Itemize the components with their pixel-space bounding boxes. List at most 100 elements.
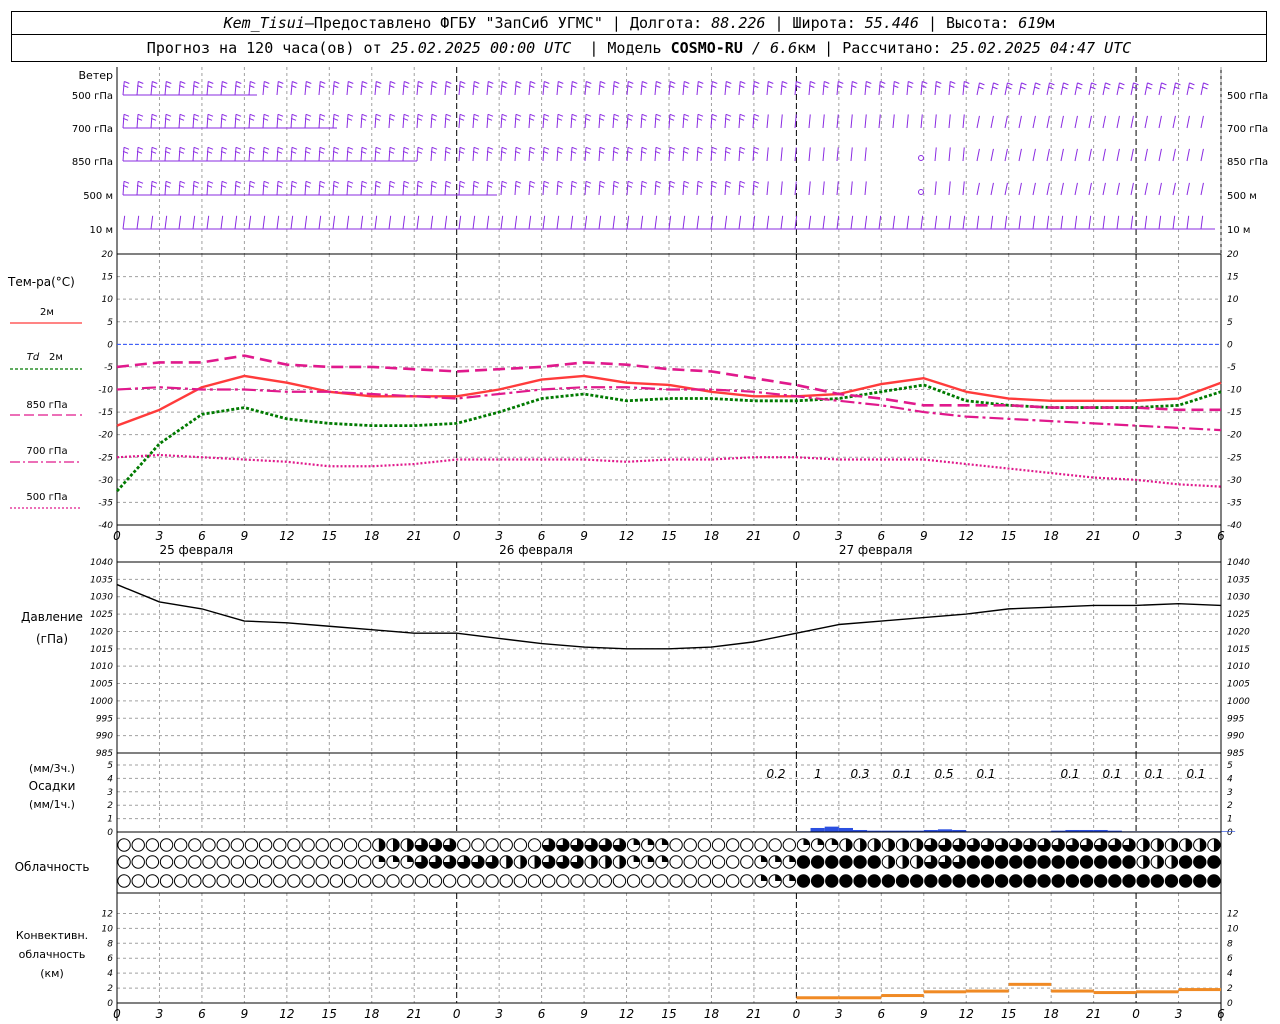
wind-barb (192, 181, 195, 196)
temp-time-tick: 15 (322, 529, 337, 543)
cloud-cover-circle (400, 874, 414, 888)
conv-tick-right: 8 (1227, 939, 1233, 949)
wind-barb (276, 215, 280, 230)
cloud-cover-fill (817, 838, 824, 845)
pressure-tick-right: 1040 (1227, 558, 1250, 568)
wind-barb-feather (473, 113, 480, 117)
wind-barb (1102, 182, 1106, 196)
temp-tick: -25 (98, 453, 113, 463)
pressure-tick-right: 985 (1227, 749, 1244, 759)
cloud-cover-fill (393, 838, 400, 852)
wind-barb-feather (123, 113, 130, 117)
wind-barb-feather (151, 113, 158, 117)
bottom-time-tick: 18 (364, 1007, 380, 1021)
wind-barb-feather (207, 146, 214, 150)
wind-barb (1004, 148, 1008, 162)
wind-barb (556, 114, 559, 129)
wind-barb (416, 215, 420, 230)
wind-barb-feather (137, 113, 144, 117)
wind-barb-feather (572, 81, 578, 84)
wind-barb-feather (739, 113, 746, 117)
wind-barb-feather (543, 113, 550, 117)
wind-barb-feather (292, 81, 298, 84)
wind-barb-feather (655, 180, 662, 184)
wind-barb (612, 147, 615, 162)
wind-barb (192, 215, 196, 230)
conv-cloud-bar (1051, 989, 1094, 993)
bottom-time-tick: 18 (1044, 1007, 1060, 1021)
temp-tick: -30 (98, 476, 113, 486)
wind-barb (500, 147, 503, 162)
wind-barb (388, 147, 391, 162)
wind-barb-feather (404, 81, 410, 84)
legend-td-2m-label: 2м (49, 352, 63, 363)
wind-barb-feather (431, 113, 438, 117)
wind-barb (990, 82, 994, 96)
wind-barb-feather (277, 146, 284, 150)
cloud-cover-circle (244, 855, 259, 869)
temp-tick-right: -35 (1227, 498, 1242, 508)
cloud-cover-circle (1193, 855, 1207, 869)
cloud-cover-circle (839, 855, 853, 869)
wind-barb-feather (137, 180, 144, 184)
wind-barb (612, 81, 615, 96)
cloud-cover-circle (796, 874, 811, 888)
temp-tick: -20 (98, 431, 113, 441)
wind-barb-feather (179, 180, 186, 184)
wind-barb (542, 181, 545, 196)
wind-barb (514, 181, 517, 196)
wind-barb (1004, 115, 1008, 129)
temp-time-tick: 3 (156, 529, 164, 543)
cloud-cover-circle (188, 855, 202, 869)
cloud-cover-circle (145, 855, 160, 869)
conv-tick: 8 (107, 939, 113, 949)
cloud-cover-circle (867, 855, 881, 869)
wind-barb-feather (585, 180, 592, 184)
cloud-cover-circle (570, 874, 584, 888)
cloud-cover-circle (173, 838, 188, 852)
cloud-cover-circle (1037, 874, 1051, 888)
wind-barb-feather (964, 81, 970, 84)
conv-cloud-bar (838, 996, 882, 1000)
cloud-cover-circle (471, 874, 485, 888)
wind-barb (248, 147, 251, 162)
wind-barb-feather (291, 180, 298, 184)
wind-level-label: 850 гПа (72, 157, 113, 168)
wind-barb (122, 215, 126, 230)
cloud-cover-circle (1009, 874, 1023, 888)
wind-barb-feather (263, 180, 270, 184)
wind-barb-feather (361, 146, 368, 150)
wind-barb (1074, 82, 1078, 96)
wind-barb (696, 147, 699, 162)
cloud-cover-fill (534, 855, 541, 869)
wind-barb (150, 114, 153, 129)
wind-barb (1032, 115, 1036, 129)
conv-tick: 12 (102, 909, 114, 919)
cloud-cover-circle (117, 855, 131, 869)
wind-barb (542, 114, 545, 129)
bottom-time-tick: 0 (113, 1007, 121, 1021)
wind-barb (962, 147, 965, 162)
cloud-cover-fill (647, 838, 654, 845)
wind-barb (346, 114, 349, 129)
wind-barb (906, 114, 909, 129)
wind-barb (388, 215, 392, 230)
wind-level-label-right: 500 м (1227, 191, 1257, 202)
cloud-cover-circle (1178, 874, 1193, 888)
wind-barb (1088, 115, 1092, 129)
wind-barb (360, 81, 363, 96)
wind-barb (1172, 148, 1176, 162)
wind-barb-feather (1007, 82, 1013, 86)
cloud-cover-fill (916, 838, 923, 852)
cloud-cover-circle (697, 855, 712, 869)
wind-barb-feather (599, 146, 606, 150)
wind-barb (766, 114, 769, 129)
conv-tick: 6 (107, 954, 113, 964)
wind-barb (472, 114, 475, 129)
wind-barb (1102, 148, 1106, 162)
wind-barb-feather (571, 146, 578, 150)
wind-barb (136, 147, 139, 162)
cloud-cover-circle (740, 838, 754, 852)
wind-barb (1186, 148, 1190, 162)
wind-barb (1018, 215, 1022, 230)
